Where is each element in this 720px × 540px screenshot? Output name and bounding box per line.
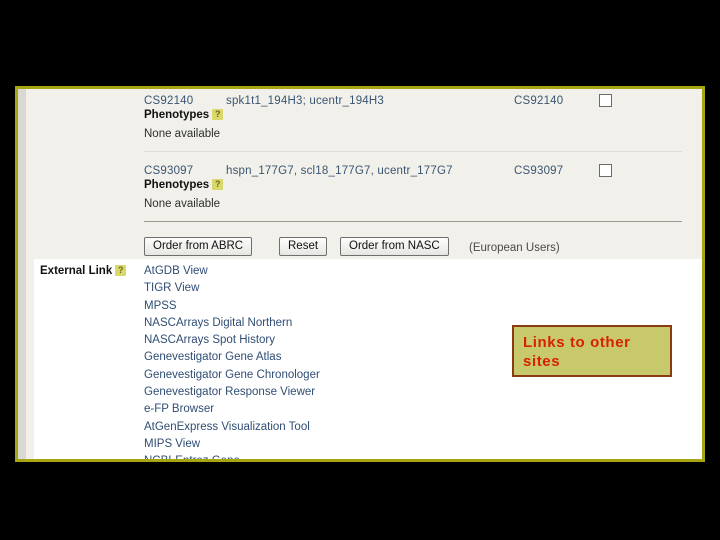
reset-button[interactable]: Reset <box>279 237 328 256</box>
stock-aliases: hspn_177G7, scl18_177G7, ucentr_177G7 <box>226 165 453 177</box>
european-users-note: (European Users) <box>469 242 560 254</box>
order-from-nasc-button[interactable]: Order from NASC <box>340 237 449 256</box>
stock-select-checkbox[interactable] <box>599 94 612 107</box>
help-icon[interactable]: ? <box>212 109 224 120</box>
order-from-abrc-button[interactable]: Order from ABRC <box>144 237 253 256</box>
germplasm-section: CS92140 spk1t1_194H3; ucentr_194H3 CS921… <box>26 89 702 259</box>
phenotypes-value: None available <box>144 128 221 140</box>
order-button-bar: Order from ABRC Reset Order from NASC (E… <box>26 230 702 260</box>
slide-canvas: CS92140 spk1t1_194H3; ucentr_194H3 CS921… <box>0 0 720 540</box>
screenshot-panel: CS92140 spk1t1_194H3; ucentr_194H3 CS921… <box>15 86 705 462</box>
external-link-label-text: External Link <box>40 265 113 277</box>
phenotypes-label: Phenotypes? <box>144 109 224 121</box>
external-link-item[interactable]: NASCArrays Digital Northern <box>144 315 320 332</box>
annotation-callout-text: Links to other sites <box>523 334 631 370</box>
external-link-item[interactable]: Genevestigator Gene Atlas <box>144 349 320 366</box>
stock-id[interactable]: CS93097 <box>144 165 193 177</box>
stock-id[interactable]: CS92140 <box>144 95 193 107</box>
help-icon[interactable]: ? <box>115 265 127 276</box>
external-link-item[interactable]: AtGDB View <box>144 263 320 280</box>
phenotypes-value: None available <box>144 198 221 210</box>
external-link-item[interactable]: Genevestigator Gene Chronologer <box>144 367 320 384</box>
external-link-item[interactable]: MPSS <box>144 298 320 315</box>
external-link-item[interactable]: e-FP Browser <box>144 401 320 418</box>
external-link-item[interactable]: NCBI-Entrez Gene <box>144 453 320 459</box>
germplasm-row-header: CS92140 spk1t1_194H3; ucentr_194H3 CS921… <box>26 94 702 111</box>
stock-select-checkbox[interactable] <box>599 164 612 177</box>
external-link-item[interactable]: NASCArrays Spot History <box>144 332 320 349</box>
germplasm-row-header: CS93097 hspn_177G7, scl18_177G7, ucentr_… <box>26 164 702 181</box>
annotation-callout: Links to other sites <box>512 325 672 377</box>
order-section-divider <box>144 221 682 222</box>
external-link-item[interactable]: TIGR View <box>144 280 320 297</box>
phenotypes-label-text: Phenotypes <box>144 109 210 121</box>
page-body: CS92140 spk1t1_194H3; ucentr_194H3 CS921… <box>26 89 702 459</box>
external-link-label: External Link? <box>40 265 127 277</box>
external-link-item[interactable]: AtGenExpress Visualization Tool <box>144 419 320 436</box>
stock-order-id: CS93097 <box>514 165 564 177</box>
help-icon[interactable]: ? <box>212 179 224 190</box>
external-link-list: AtGDB View TIGR View MPSS NASCArrays Dig… <box>144 263 320 459</box>
stock-order-id: CS92140 <box>514 95 564 107</box>
page-left-gutter <box>18 89 26 459</box>
external-link-item[interactable]: Genevestigator Response Viewer <box>144 384 320 401</box>
external-link-item[interactable]: MIPS View <box>144 436 320 453</box>
row-divider <box>144 151 682 152</box>
stock-aliases: spk1t1_194H3; ucentr_194H3 <box>226 95 385 107</box>
germplasm-row: CS92140 spk1t1_194H3; ucentr_194H3 CS921… <box>26 89 702 159</box>
phenotypes-label-text: Phenotypes <box>144 179 210 191</box>
germplasm-row: CS93097 hspn_177G7, scl18_177G7, ucentr_… <box>26 159 702 229</box>
phenotypes-label: Phenotypes? <box>144 179 224 191</box>
